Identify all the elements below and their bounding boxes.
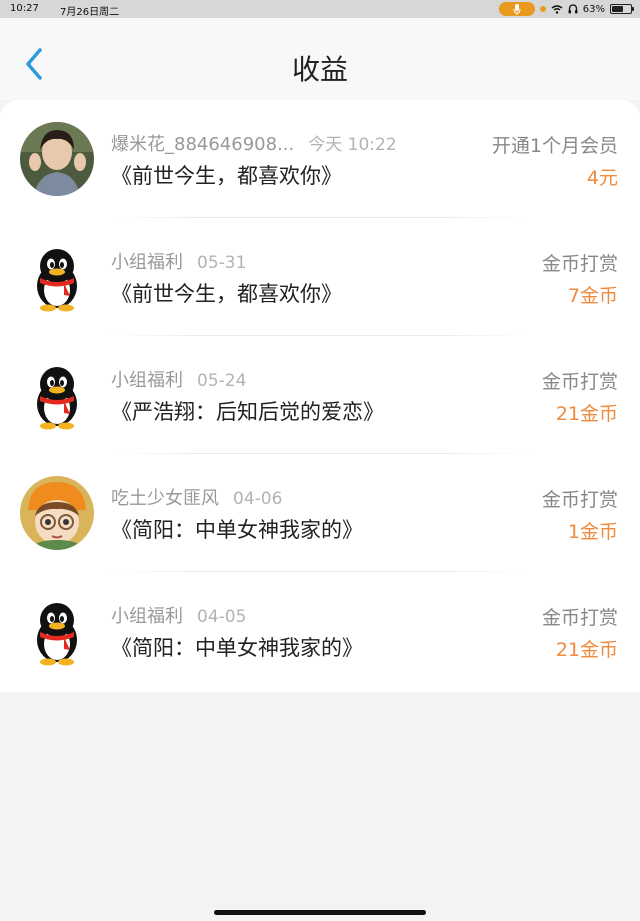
- source-line: 小组福利 04-05: [111, 602, 246, 628]
- status-date: 7月26日周二: [60, 7, 120, 18]
- nav-header: 收益: [0, 18, 640, 100]
- headphones-icon: [568, 4, 578, 14]
- entry-date: 04-06: [233, 489, 283, 509]
- earning-amount: 4元: [586, 167, 618, 189]
- earning-type: 金币打赏: [541, 371, 618, 393]
- source-name: 小组福利: [111, 606, 183, 627]
- source-name: 爆米花_884646908...: [111, 134, 295, 155]
- status-right: 63%: [498, 2, 634, 16]
- wifi-icon: [551, 4, 563, 14]
- work-title[interactable]: 《严浩翔：后知后觉的爱恋》: [111, 396, 384, 426]
- microphone-indicator-icon: [498, 2, 535, 16]
- earnings-list: 爆米花_884646908... 今天 10:22 《前世今生，都喜欢你》 开通1个月…: [0, 100, 640, 692]
- entry-date: 05-24: [197, 371, 247, 391]
- source-name: 小组福利: [111, 252, 183, 273]
- entry-date: 04-05: [197, 607, 247, 627]
- earning-amount: 1金币: [567, 521, 618, 543]
- earnings-row[interactable]: 小组福利 05-24 《严浩翔：后知后觉的爱恋》 金币打赏 21金币: [0, 336, 640, 454]
- entry-date: 今天 10:22: [308, 135, 397, 155]
- source-line: 小组福利 05-31: [111, 248, 246, 274]
- earning-type: 开通1个月会员: [491, 135, 618, 157]
- earnings-row[interactable]: 爆米花_884646908... 今天 10:22 《前世今生，都喜欢你》 开通1个月…: [0, 100, 640, 218]
- battery-percent: 63%: [582, 3, 605, 15]
- earnings-row[interactable]: 吃土少女匪风 04-06 《简阳：中单女神我家的》 金币打赏 1金币: [0, 454, 640, 572]
- photo-avatar[interactable]: [20, 122, 94, 196]
- earning-type: 金币打赏: [541, 489, 618, 511]
- qq-penguin-icon[interactable]: [20, 240, 94, 314]
- source-name: 吃土少女匪风: [111, 488, 219, 509]
- privacy-dot-icon: [539, 6, 546, 12]
- page-title: 收益: [291, 53, 348, 86]
- work-title[interactable]: 《简阳：中单女神我家的》: [111, 632, 363, 662]
- earning-type: 金币打赏: [541, 607, 618, 629]
- source-line: 小组福利 05-24: [111, 366, 246, 392]
- earning-type: 金币打赏: [541, 253, 618, 275]
- qq-penguin-icon[interactable]: [20, 358, 94, 432]
- cartoon-girl-avatar[interactable]: [20, 476, 94, 550]
- entry-date: 05-31: [197, 253, 247, 273]
- work-title[interactable]: 《简阳：中单女神我家的》: [111, 514, 363, 544]
- battery-icon: [610, 4, 634, 14]
- source-name: 小组福利: [111, 370, 183, 391]
- status-time: 10:27: [10, 3, 39, 14]
- earnings-row[interactable]: 小组福利 05-31 《前世今生，都喜欢你》 金币打赏 7金币: [0, 218, 640, 336]
- work-title[interactable]: 《前世今生，都喜欢你》: [111, 160, 342, 190]
- earning-amount: 21金币: [555, 639, 618, 661]
- source-line: 爆米花_884646908... 今天 10:22: [111, 130, 397, 156]
- earning-amount: 21金币: [555, 403, 618, 425]
- status-bar: 10:27 7月26日周二 63%: [0, 0, 640, 18]
- earning-amount: 7金币: [567, 285, 618, 307]
- battery-fill: [612, 6, 623, 12]
- source-line: 吃土少女匪风 04-06: [111, 484, 282, 510]
- work-title[interactable]: 《前世今生，都喜欢你》: [111, 278, 342, 308]
- earnings-row[interactable]: 小组福利 04-05 《简阳：中单女神我家的》 金币打赏 21金币: [0, 572, 640, 690]
- qq-penguin-icon[interactable]: [20, 594, 94, 668]
- home-indicator[interactable]: [214, 910, 426, 915]
